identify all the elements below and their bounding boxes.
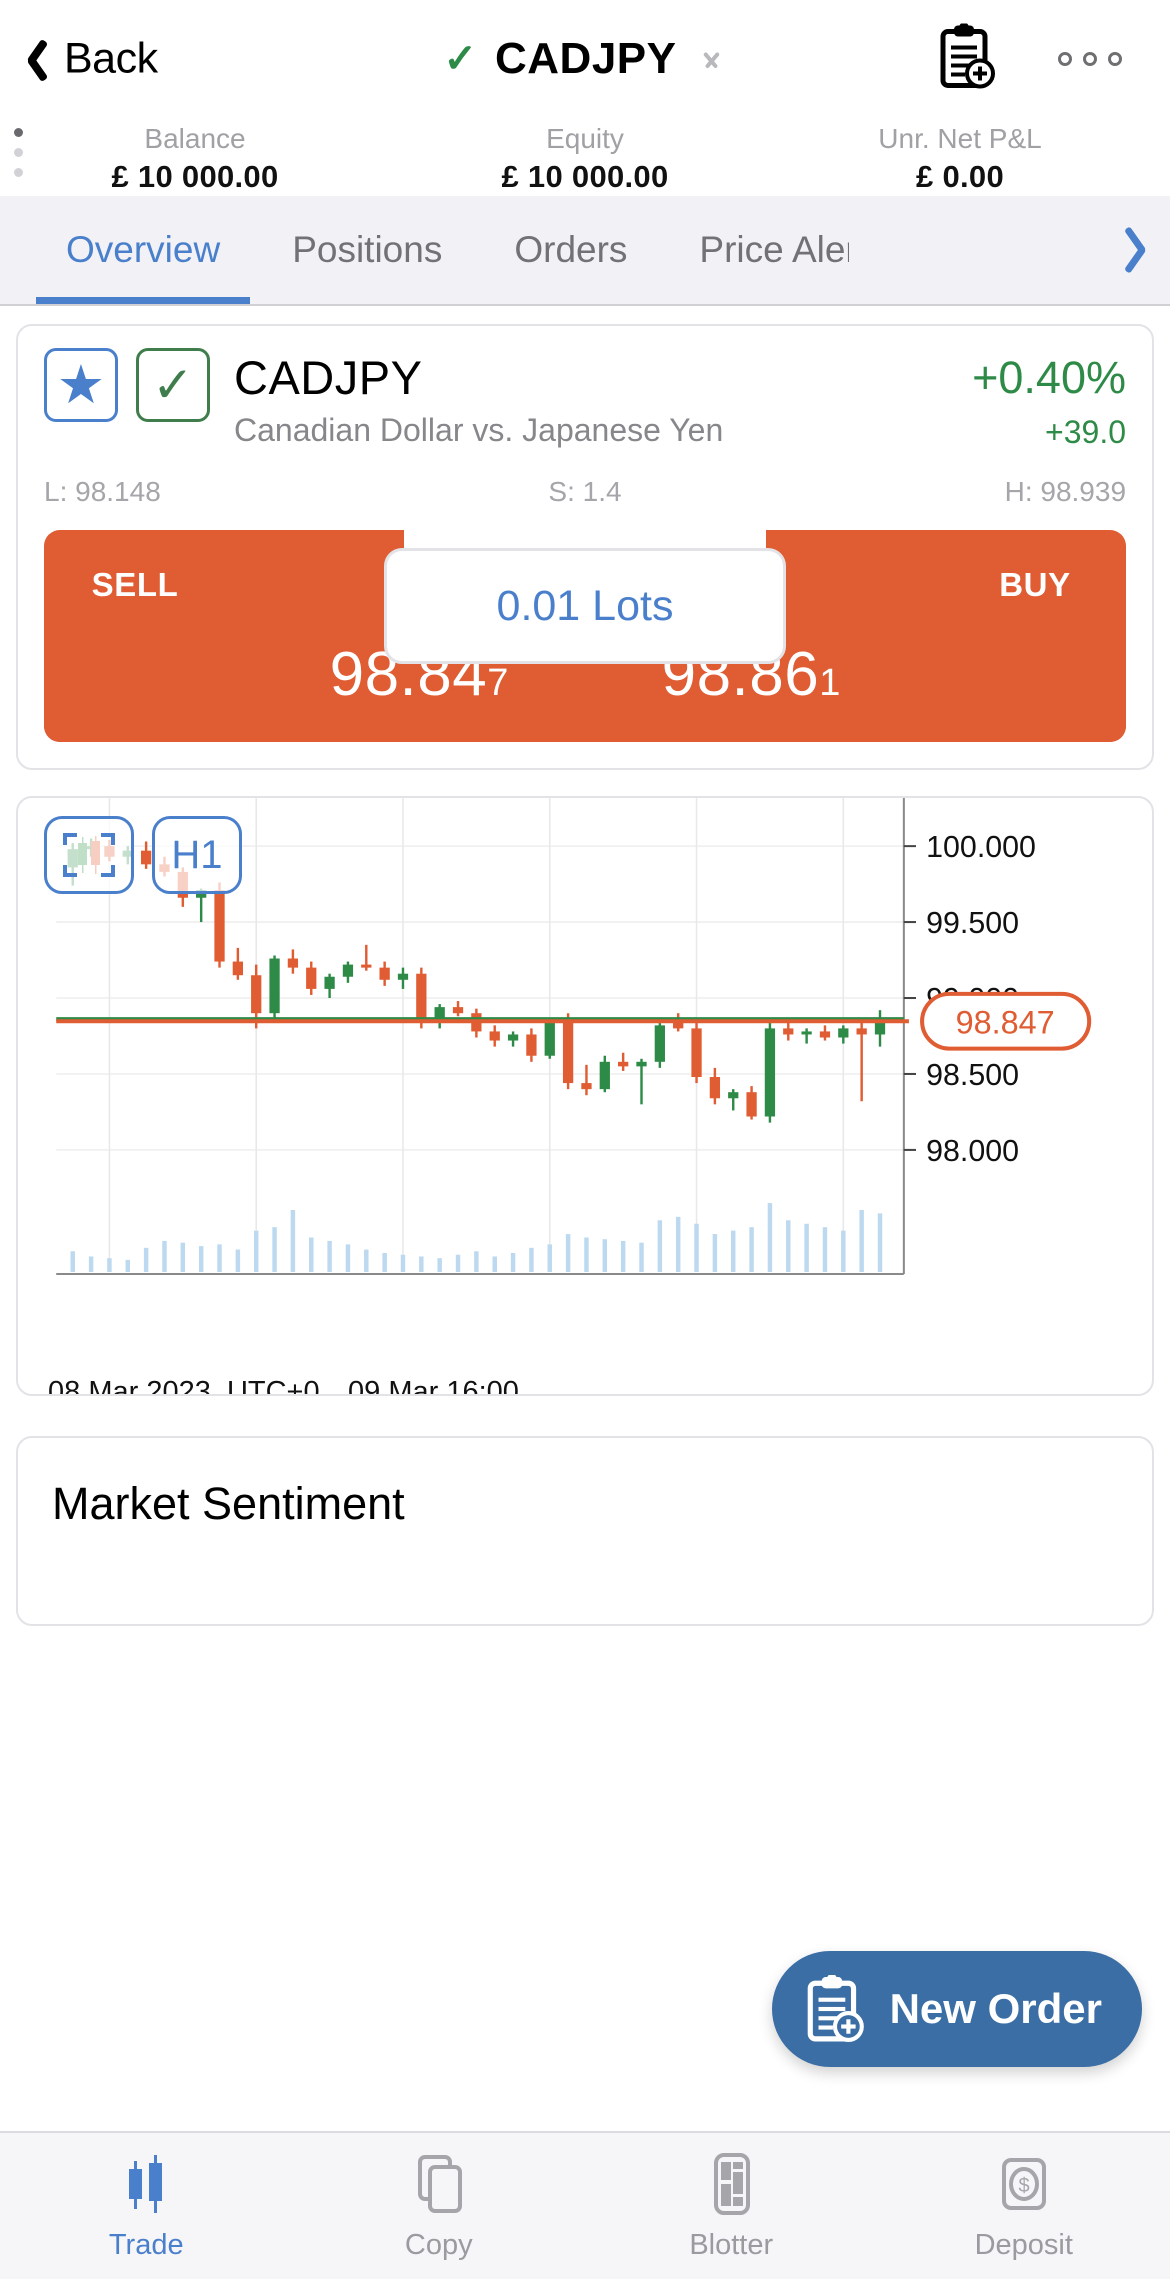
new-order-label: New Order	[889, 1985, 1102, 2032]
tab-label: Price Alerts	[699, 229, 849, 270]
back-button[interactable]: Back	[20, 35, 158, 84]
account-unrealized-pnl: Unr. Net P&L £ 0.00	[780, 120, 1170, 196]
timeframe-button[interactable]: H1	[152, 816, 242, 894]
tab-overview[interactable]: Overview	[30, 196, 256, 304]
new-order-button[interactable]: New Order	[771, 1951, 1142, 2067]
candlestick-icon	[129, 2154, 163, 2213]
clipboard-add-icon	[940, 22, 995, 89]
timeframe-label: H1	[171, 832, 223, 877]
tab-orders[interactable]: Orders	[478, 196, 663, 304]
nav-item-deposit[interactable]: $ Deposit	[878, 2151, 1170, 2262]
nav-label: Blotter	[689, 2228, 774, 2261]
symbol-title-group[interactable]: ✓ CADJPY	[443, 34, 726, 84]
tab-label: Overview	[66, 229, 221, 270]
instrument-names: CADJPY Canadian Dollar vs. Japanese Yen	[234, 348, 972, 452]
chevron-right-icon	[1132, 223, 1158, 275]
stat-low: L: 98.148	[44, 476, 161, 507]
nav-label: Deposit	[974, 2228, 1073, 2261]
balance-label: Balance	[144, 123, 246, 154]
favorite-button[interactable]: ★	[44, 348, 118, 422]
svg-text:100.000: 100.000	[926, 830, 1036, 864]
svg-text:98.500: 98.500	[926, 1058, 1019, 1092]
price-chart-card[interactable]: H1 98.00098.50099.00099.500100.000 98.84…	[16, 796, 1154, 1396]
pager-dot	[14, 128, 23, 137]
copy-icon	[417, 2154, 462, 2213]
trade-ticket: SELL BUY 98.847 98.861 0.01 Lots	[44, 530, 1126, 742]
sell-price-sub: 7	[487, 661, 509, 704]
equity-value: £ 10 000.00	[501, 159, 669, 194]
more-options-icon	[1058, 52, 1072, 66]
chart-type-button[interactable]	[44, 816, 134, 894]
equity-label: Equity	[546, 123, 624, 154]
svg-text:99.500: 99.500	[926, 906, 1019, 940]
overview-content: ★ ✓ CADJPY Canadian Dollar vs. Japanese …	[0, 306, 1170, 2140]
stat-high: H: 98.939	[1004, 476, 1127, 507]
instrument-symbol: CADJPY	[234, 351, 423, 404]
sell-label: SELL	[91, 566, 179, 603]
more-options-icon	[1108, 52, 1122, 66]
balance-value: £ 10 000.00	[111, 159, 279, 194]
pager-dot	[14, 148, 23, 157]
lots-input[interactable]: 0.01 Lots	[384, 548, 786, 664]
chart-toolbar: H1	[44, 816, 242, 894]
market-sentiment-card: Market Sentiment	[16, 1436, 1154, 1626]
tab-label: Orders	[514, 229, 628, 270]
pnl-value: £ 0.00	[916, 159, 1004, 194]
watchlist-toggle-button[interactable]: ✓	[136, 348, 210, 422]
instrument-header: ★ ✓ CADJPY Canadian Dollar vs. Japanese …	[44, 348, 1126, 454]
lots-value: 0.01 Lots	[496, 581, 674, 630]
check-icon: ✓	[152, 357, 194, 413]
more-options-button[interactable]	[1058, 52, 1122, 66]
page-title: CADJPY	[495, 34, 677, 83]
instrument-card: ★ ✓ CADJPY Canadian Dollar vs. Japanese …	[16, 324, 1154, 770]
section-tabs: Overview Positions Orders Price Alerts	[0, 196, 1170, 306]
buy-price-sub: 1	[819, 661, 841, 704]
x-axis-label: 08 Mar 2023, UTC+0	[48, 1376, 320, 1396]
nav-label: Copy	[404, 2228, 473, 2261]
bottom-navigation: Trade Copy Blotter $ Deposit	[0, 2131, 1170, 2279]
change-pips: +39.0	[1045, 414, 1126, 450]
x-axis-label: 09 Mar 16:00	[348, 1376, 519, 1396]
chevron-left-icon	[20, 36, 50, 82]
back-label: Back	[64, 34, 158, 83]
tab-price-alerts[interactable]: Price Alerts	[663, 196, 849, 304]
pnl-label: Unr. Net P&L	[878, 123, 1042, 154]
stat-spread: S: 1.4	[548, 476, 622, 507]
svg-text:98.000: 98.000	[926, 1134, 1019, 1168]
tab-positions[interactable]: Positions	[256, 196, 478, 304]
tabs-scroll-next[interactable]	[1090, 196, 1170, 302]
nav-item-copy[interactable]: Copy	[293, 2151, 586, 2262]
check-icon: ✓	[443, 37, 478, 81]
candlestick-select-icon	[63, 833, 115, 877]
pager-dot	[14, 168, 23, 177]
buy-label: BUY	[999, 566, 1071, 603]
deposit-icon: $	[1001, 2157, 1046, 2210]
clipboard-add-icon	[807, 1975, 864, 2042]
nav-label: Trade	[108, 2228, 184, 2261]
blotter-icon	[714, 2152, 751, 2215]
market-sentiment-title: Market Sentiment	[52, 1478, 405, 1529]
more-options-icon	[1083, 52, 1097, 66]
svg-text:98.847: 98.847	[956, 1004, 1055, 1040]
account-summary-strip: Balance £ 10 000.00 Equity £ 10 000.00 U…	[0, 118, 1170, 290]
app-screen: Back ✓ CADJPY Balance £ 10 000.00 Equity…	[0, 0, 1170, 2279]
nav-item-blotter[interactable]: Blotter	[585, 2151, 878, 2262]
top-navigation-bar: Back ✓ CADJPY	[0, 0, 1170, 118]
instrument-change: +0.40% +39.0	[972, 348, 1126, 454]
tab-label: Positions	[292, 229, 443, 270]
star-icon: ★	[56, 355, 106, 415]
chevron-down-icon[interactable]	[699, 53, 727, 69]
account-equity: Equity £ 10 000.00	[390, 120, 780, 196]
instrument-description: Canadian Dollar vs. Japanese Yen	[234, 412, 724, 448]
tabs-list: Overview Positions Orders Price Alerts	[0, 196, 1170, 304]
new-order-clipboard-button[interactable]	[939, 22, 995, 95]
account-pager-dots[interactable]	[14, 128, 23, 177]
nav-item-trade[interactable]: Trade	[0, 2151, 293, 2262]
account-balance: Balance £ 10 000.00	[0, 120, 390, 196]
change-percent: +0.40%	[972, 352, 1126, 403]
instrument-stats-row: L: 98.148 S: 1.4 H: 98.939	[44, 476, 1126, 508]
svg-text:$: $	[1018, 2175, 1029, 2197]
